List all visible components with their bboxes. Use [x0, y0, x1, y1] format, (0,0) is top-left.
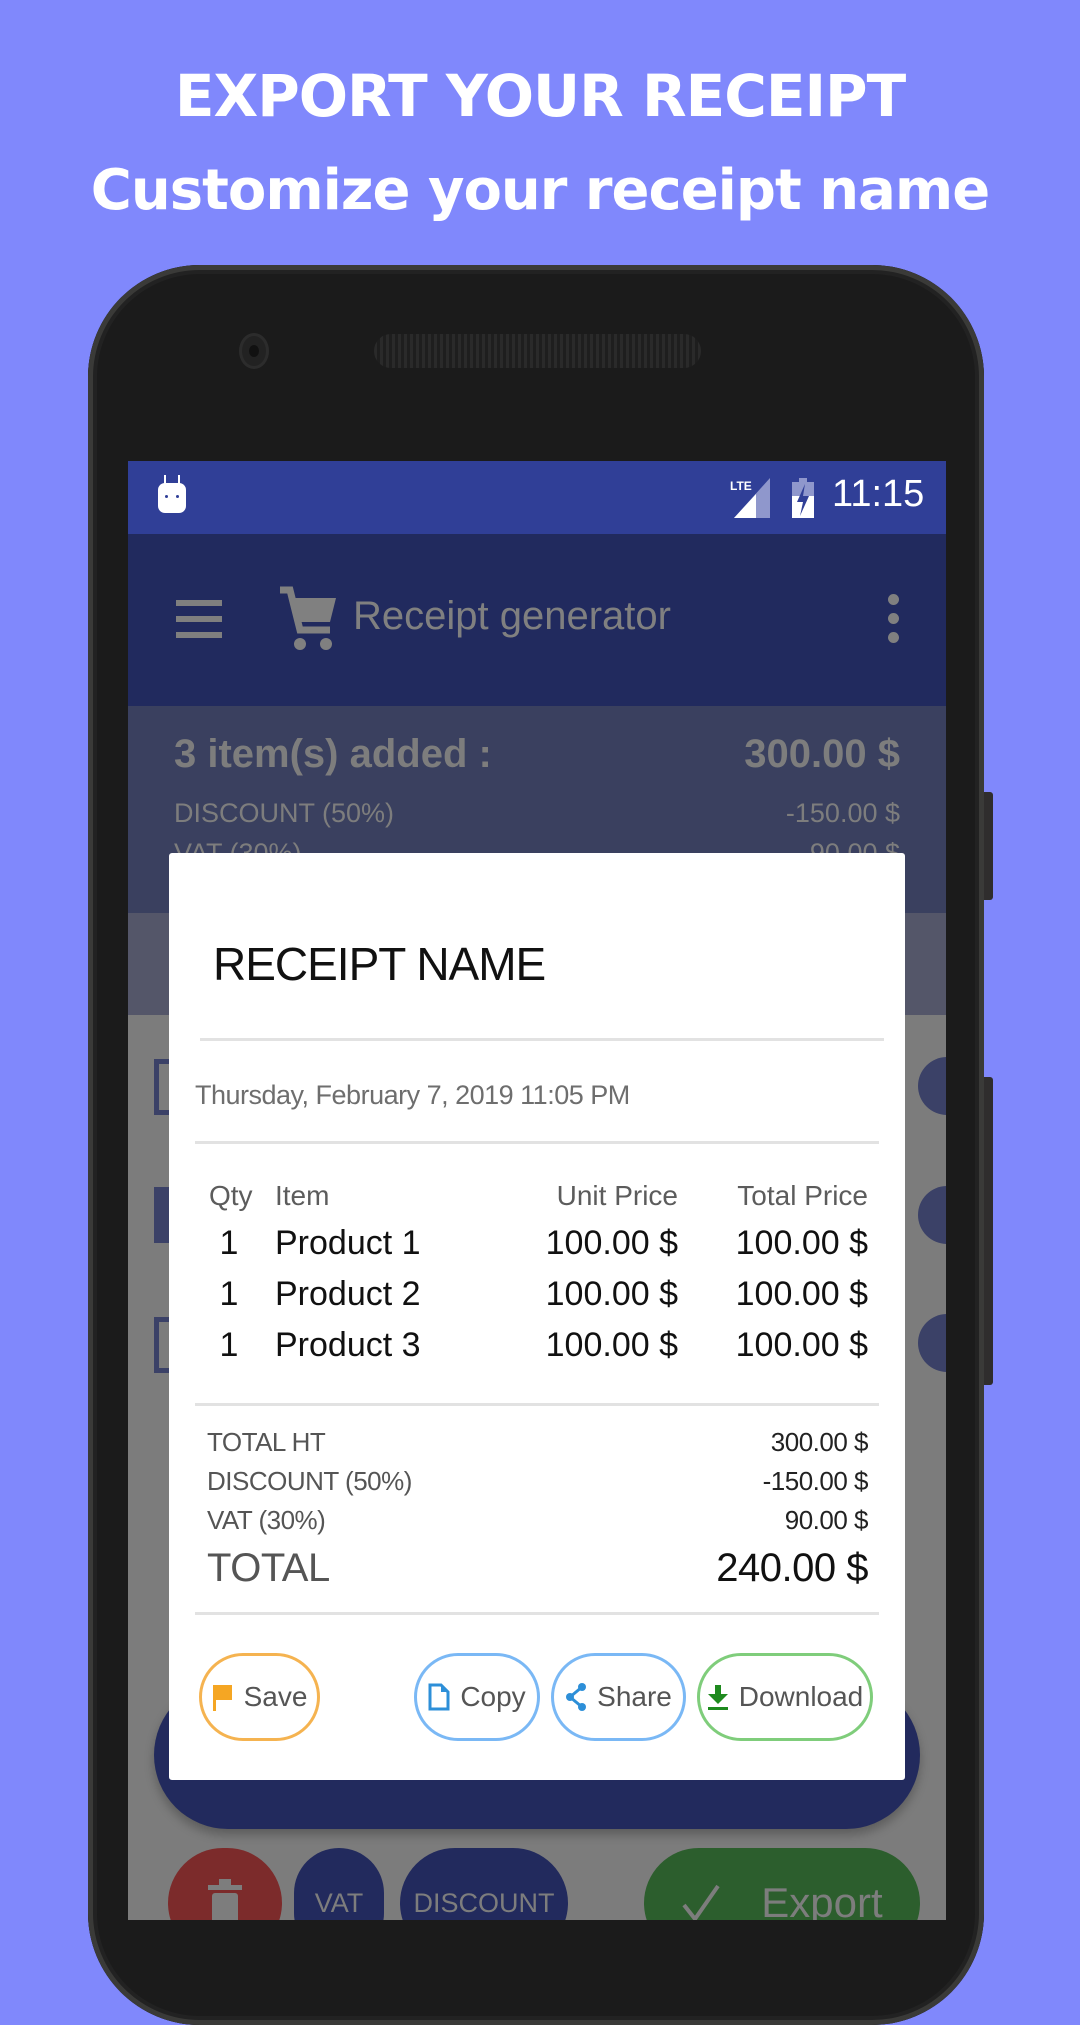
- flag-icon: [212, 1685, 232, 1711]
- promo-headline: EXPORT YOUR RECEIPT: [174, 62, 906, 130]
- save-label: Save: [243, 1681, 308, 1712]
- earpiece-speaker: [374, 334, 701, 368]
- summary-discount-label: DISCOUNT (50%): [174, 798, 395, 828]
- trash-icon: [208, 1879, 242, 1920]
- column-unit-price: Unit Price: [556, 1180, 678, 1211]
- grand-total-label: TOTAL: [207, 1546, 330, 1590]
- share-button[interactable]: Share: [551, 1653, 686, 1741]
- discount-button[interactable]: DISCOUNT: [400, 1848, 568, 1920]
- lte-signal-icon: LTE: [730, 478, 770, 518]
- export-button[interactable]: Export: [644, 1848, 920, 1920]
- item-action-button[interactable]: [918, 1186, 946, 1244]
- divider: [195, 1141, 879, 1144]
- vat-button[interactable]: VAT: [294, 1848, 384, 1920]
- document-copy-icon: [428, 1683, 450, 1711]
- app-title: Receipt generator: [353, 594, 671, 638]
- column-qty: Qty: [209, 1180, 253, 1211]
- row-item: Product 1: [275, 1224, 421, 1262]
- power-button: [984, 792, 993, 900]
- total-ht-row: TOTAL HT 300.00 $: [207, 1427, 869, 1458]
- save-button[interactable]: Save: [199, 1653, 320, 1741]
- vat-row: VAT (30%) 90.00 $: [207, 1505, 869, 1536]
- receipt-date: Thursday, February 7, 2019 11:05 PM: [195, 1080, 630, 1110]
- promo-subheadline: Customize your receipt name: [90, 158, 990, 223]
- divider: [195, 1612, 879, 1615]
- check-icon: [682, 1884, 720, 1920]
- more-vert-icon[interactable]: [888, 594, 900, 651]
- divider: [195, 1403, 879, 1406]
- status-bar: LTE 11:15: [128, 461, 946, 534]
- row-total-price: 100.00 $: [735, 1275, 868, 1313]
- vat-label: VAT (30%): [207, 1505, 326, 1535]
- row-qty: 1: [219, 1275, 239, 1313]
- status-time: 11:15: [832, 473, 925, 515]
- vat-value: 90.00 $: [784, 1505, 869, 1535]
- grand-total-value: 240.00 $: [716, 1546, 868, 1590]
- row-unit-price: 100.00 $: [545, 1224, 678, 1262]
- battery-charging-icon: [792, 478, 814, 518]
- row-qty: 1: [219, 1326, 239, 1364]
- android-notification-icon: [158, 475, 186, 513]
- row-unit-price: 100.00 $: [545, 1326, 678, 1364]
- summary-items-total: 300.00 $: [744, 732, 900, 776]
- copy-button[interactable]: Copy: [414, 1653, 540, 1741]
- column-item: Item: [275, 1180, 330, 1211]
- app-toolbar: Receipt generator: [128, 534, 946, 706]
- summary-items-row: 3 item(s) added : 300.00 $: [174, 732, 900, 777]
- summary-discount-row: DISCOUNT (50%) -150.00 $: [174, 798, 900, 829]
- menu-icon[interactable]: [176, 600, 222, 638]
- discount-row: DISCOUNT (50%) -150.00 $: [207, 1466, 869, 1497]
- item-action-button[interactable]: [918, 1057, 946, 1115]
- download-icon: [707, 1685, 728, 1710]
- grand-total-row: TOTAL 240.00 $: [207, 1546, 868, 1591]
- summary-items-label: 3 item(s) added :: [174, 732, 492, 776]
- discount-value: -150.00 $: [762, 1466, 869, 1496]
- download-button[interactable]: Download: [697, 1653, 873, 1741]
- discount-label: DISCOUNT (50%): [207, 1466, 412, 1496]
- share-label: Share: [597, 1681, 672, 1712]
- summary-discount-value: -150.00 $: [785, 798, 900, 828]
- row-unit-price: 100.00 $: [545, 1275, 678, 1313]
- item-action-button[interactable]: [918, 1314, 946, 1372]
- receipt-dialog: RECEIPT NAME Thursday, February 7, 2019 …: [169, 853, 905, 1780]
- row-total-price: 100.00 $: [735, 1326, 868, 1364]
- column-total-price: Total Price: [737, 1180, 868, 1211]
- total-ht-label: TOTAL HT: [207, 1427, 326, 1457]
- total-ht-value: 300.00 $: [770, 1427, 869, 1457]
- delete-button[interactable]: [168, 1848, 282, 1920]
- svg-text:LTE: LTE: [730, 479, 752, 493]
- row-total-price: 100.00 $: [735, 1224, 868, 1262]
- row-qty: 1: [219, 1224, 239, 1262]
- export-label: Export: [761, 1879, 883, 1920]
- cart-icon: [280, 586, 336, 650]
- copy-label: Copy: [460, 1681, 526, 1712]
- row-item: Product 2: [275, 1275, 421, 1313]
- download-label: Download: [738, 1681, 864, 1712]
- share-icon: [566, 1683, 587, 1711]
- row-item: Product 3: [275, 1326, 421, 1364]
- volume-button: [984, 1077, 993, 1385]
- receipt-name-title[interactable]: RECEIPT NAME: [213, 937, 546, 991]
- divider: [200, 1038, 884, 1041]
- front-camera: [239, 333, 269, 369]
